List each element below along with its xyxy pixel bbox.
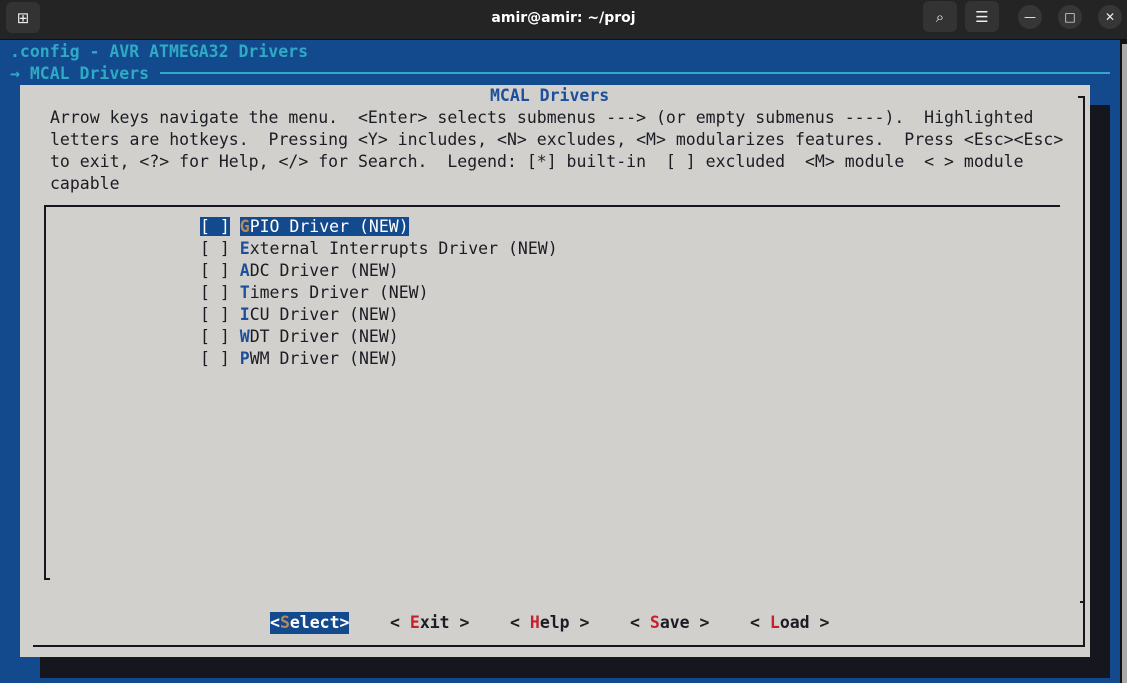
hotkey-letter: T: [239, 283, 250, 302]
btn-hotkey: H: [529, 613, 540, 632]
minimize-icon: —: [1024, 10, 1036, 24]
save-button[interactable]: < Save >: [630, 612, 709, 634]
btn-hotkey: L: [769, 613, 780, 632]
menu-item[interactable]: [ ] GPIO Driver (NEW): [200, 216, 409, 238]
hotkey-letter: I: [239, 305, 250, 324]
checkbox[interactable]: [ ]: [200, 217, 230, 236]
load-button[interactable]: < Load >: [750, 612, 829, 634]
btn-hotkey: S: [279, 613, 290, 632]
checkbox[interactable]: [ ]: [200, 305, 230, 324]
btn-hotkey: E: [409, 613, 420, 632]
select-button[interactable]: <Select>: [270, 612, 350, 634]
btn-pre: <: [750, 613, 770, 632]
menu-button[interactable]: ☰: [965, 1, 999, 32]
btn-pre: <: [630, 613, 650, 632]
hotkey-letter: G: [239, 217, 250, 236]
search-button[interactable]: ⌕: [923, 1, 957, 32]
hotkey-letter: W: [239, 327, 250, 346]
help-line: Arrow keys navigate the menu. <Enter> se…: [50, 108, 1034, 127]
scrollbar[interactable]: [1120, 40, 1127, 683]
btn-pre: <: [270, 613, 280, 632]
menu-item[interactable]: [ ] PWM Driver (NEW): [200, 348, 399, 370]
btn-pre: <: [510, 613, 530, 632]
help-line: capable: [50, 174, 120, 193]
maximize-icon: □: [1064, 10, 1076, 24]
config-title: .config - AVR ATMEGA32 Drivers: [10, 42, 309, 61]
header-divider: [160, 72, 1110, 74]
hotkey-letter: E: [239, 239, 250, 258]
dialog-title: MCAL Drivers: [490, 86, 610, 105]
menu-item[interactable]: [ ] ADC Driver (NEW): [200, 260, 399, 282]
menu-box-border: [44, 205, 1060, 207]
checkbox[interactable]: [ ]: [200, 349, 230, 368]
checkbox[interactable]: [ ]: [200, 239, 230, 258]
menu-item-label: CU Driver (NEW): [249, 305, 399, 324]
menu-item[interactable]: [ ] WDT Driver (NEW): [200, 326, 399, 348]
menu-item-label: DC Driver (NEW): [249, 261, 399, 280]
window-title: amir@amir: ~/proj: [491, 10, 636, 26]
help-line: letters are hotkeys. Pressing <Y> includ…: [50, 130, 1064, 149]
dialog-border-corner: [1078, 96, 1085, 98]
button-separator-tick: [1080, 601, 1085, 603]
btn-rest: xit >: [419, 613, 470, 632]
maximize-button[interactable]: □: [1058, 5, 1082, 29]
checkbox[interactable]: [ ]: [200, 283, 230, 302]
breadcrumb: → MCAL Drivers: [10, 64, 150, 83]
close-button[interactable]: ✕: [1098, 5, 1122, 29]
exit-button[interactable]: < Exit >: [390, 612, 469, 634]
menu-item-label: xternal Interrupts Driver (NEW): [249, 239, 558, 258]
btn-pre: <: [390, 613, 410, 632]
btn-rest: elect>: [289, 613, 350, 632]
menu-item[interactable]: [ ] ICU Driver (NEW): [200, 304, 399, 326]
btn-rest: oad >: [779, 613, 830, 632]
menu-item-label: WM Driver (NEW): [249, 349, 399, 368]
menu-box-border-bottom: [44, 578, 50, 580]
close-icon: ✕: [1104, 10, 1116, 24]
btn-hotkey: S: [649, 613, 660, 632]
hotkey-letter: P: [239, 349, 250, 368]
dialog-border: [1083, 97, 1085, 646]
hotkey-letter: A: [239, 261, 250, 280]
btn-rest: ave >: [659, 613, 710, 632]
title-bar: ⊞ amir@amir: ~/proj ⌕ ☰ — □ ✕: [0, 0, 1127, 40]
checkbox[interactable]: [ ]: [200, 327, 230, 346]
menu-item-label: imers Driver (NEW): [249, 283, 429, 302]
btn-rest: elp >: [539, 613, 590, 632]
help-button[interactable]: < Help >: [510, 612, 589, 634]
search-icon: ⌕: [935, 7, 945, 26]
hamburger-icon: ☰: [975, 7, 989, 26]
help-line: to exit, <?> for Help, </> for Search. L…: [50, 152, 1024, 171]
dialog-border-bottom: [33, 645, 1085, 647]
menu-item-label: DT Driver (NEW): [249, 327, 399, 346]
menu-item[interactable]: [ ] External Interrupts Driver (NEW): [200, 238, 558, 260]
menu-box-border-left: [44, 205, 46, 580]
minimize-button[interactable]: —: [1018, 5, 1042, 29]
menu-item[interactable]: [ ] Timers Driver (NEW): [200, 282, 429, 304]
checkbox[interactable]: [ ]: [200, 261, 230, 280]
menu-item-label: PIO Driver (NEW): [249, 217, 409, 236]
